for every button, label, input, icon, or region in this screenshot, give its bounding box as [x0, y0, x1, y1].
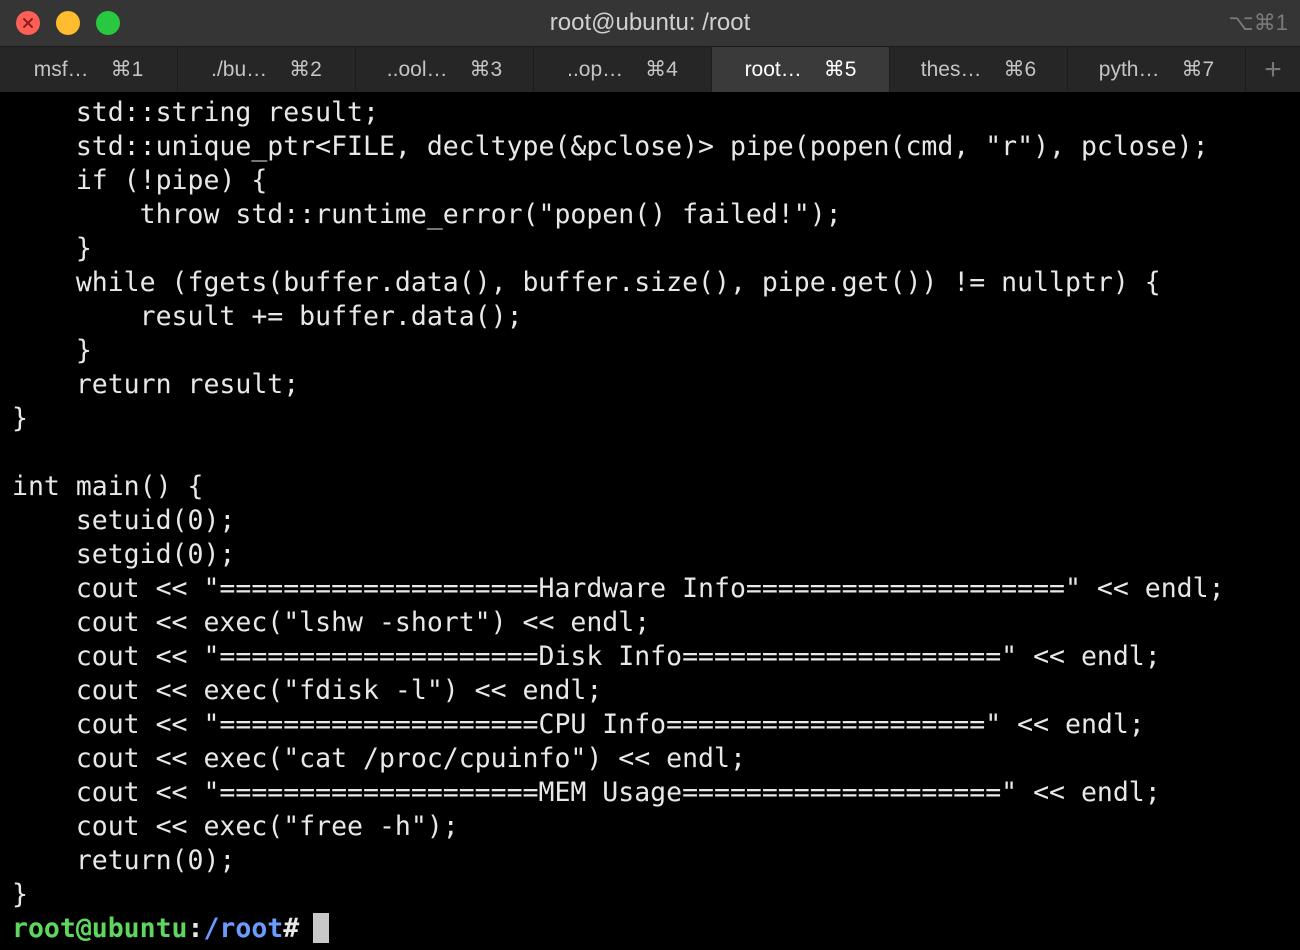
tab-6[interactable]: thes… ⌘6: [890, 47, 1068, 92]
window-title: root@ubuntu: /root: [549, 9, 751, 36]
tab-3[interactable]: ..ool… ⌘3: [356, 47, 534, 92]
tab-5[interactable]: root… ⌘5: [712, 47, 890, 92]
terminal-line: cout << exec("free -h");: [12, 811, 459, 842]
tab-bar: msf… ⌘1 ./bu… ⌘2 ..ool… ⌘3 ..op… ⌘4 root… ⌘5 …: [0, 46, 1300, 92]
terminal-line: return result;: [12, 369, 300, 400]
terminal-line: cout << exec("lshw -short") << endl;: [12, 607, 651, 638]
prompt-separator: :: [187, 913, 204, 944]
terminal-line: int main() {: [12, 471, 204, 502]
tab-shortcut: ⌘2: [289, 58, 322, 81]
terminal-line: cout << exec("fdisk -l") << endl;: [12, 675, 603, 706]
tab-label: thes…: [920, 57, 982, 81]
prompt-user-host: root@ubuntu: [12, 913, 188, 944]
tab-label: ..op…: [567, 57, 624, 81]
terminal-line: cout << "====================MEM Usage==…: [12, 777, 1161, 808]
tab-2[interactable]: ./bu… ⌘2: [178, 47, 356, 92]
terminal-line: while (fgets(buffer.data(), buffer.size(…: [12, 267, 1161, 298]
text-cursor: [313, 913, 330, 943]
terminal-output[interactable]: std::string result; std::unique_ptr<FILE…: [12, 96, 1300, 950]
terminal-line: throw std::runtime_error("popen() failed…: [12, 199, 842, 230]
plus-icon: +: [1264, 52, 1282, 86]
prompt-path: /root: [203, 913, 284, 944]
tab-shortcut: ⌘7: [1181, 58, 1215, 81]
window-shortcut: ⌥⌘1: [1228, 10, 1288, 35]
tab-label: root…: [744, 57, 802, 81]
new-tab-button[interactable]: +: [1246, 47, 1300, 92]
terminal-line: cout << exec("cat /proc/cpuinfo") << end…: [12, 743, 746, 774]
terminal-line: }: [12, 879, 28, 910]
terminal-line: if (!pipe) {: [12, 165, 268, 196]
shell-prompt[interactable]: root@ubuntu:/root#: [12, 912, 1300, 946]
terminal-line: return(0);: [12, 845, 236, 876]
terminal-line: setgid(0);: [12, 539, 236, 570]
tab-shortcut: ⌘3: [469, 58, 503, 81]
tab-label: pyth…: [1098, 57, 1160, 81]
terminal-line: }: [12, 335, 92, 366]
terminal-line: std::unique_ptr<FILE, decltype(&pclose)>…: [12, 131, 1209, 162]
terminal-line: cout << "====================Disk Info==…: [12, 641, 1161, 672]
tab-7[interactable]: pyth… ⌘7: [1068, 47, 1246, 92]
title-bar: root@ubuntu: /root ⌥⌘1: [0, 0, 1300, 46]
terminal-line: result += buffer.data();: [12, 301, 523, 332]
prompt-symbol: #: [283, 913, 300, 944]
tab-1[interactable]: msf… ⌘1: [0, 47, 178, 92]
terminal-window: root@ubuntu: /root ⌥⌘1 msf… ⌘1 ./bu… ⌘2 ..…: [0, 0, 1300, 950]
terminal-line: }: [12, 403, 28, 434]
terminal-line: std::string result;: [12, 97, 379, 128]
tab-shortcut: ⌘1: [110, 58, 144, 81]
terminal-line: setuid(0);: [12, 505, 236, 536]
tab-4[interactable]: ..op… ⌘4: [534, 47, 712, 92]
terminal-line: }: [12, 233, 92, 264]
tab-label: msf…: [33, 57, 89, 81]
tab-shortcut: ⌘4: [645, 58, 678, 81]
terminal-line: cout << "====================CPU Info===…: [12, 709, 1145, 740]
tab-shortcut: ⌘5: [823, 58, 857, 81]
terminal-line: cout << "====================Hardware In…: [12, 573, 1225, 604]
tab-label: ..ool…: [386, 57, 448, 81]
tab-shortcut: ⌘6: [1003, 58, 1037, 81]
tab-label: ./bu…: [211, 57, 268, 81]
